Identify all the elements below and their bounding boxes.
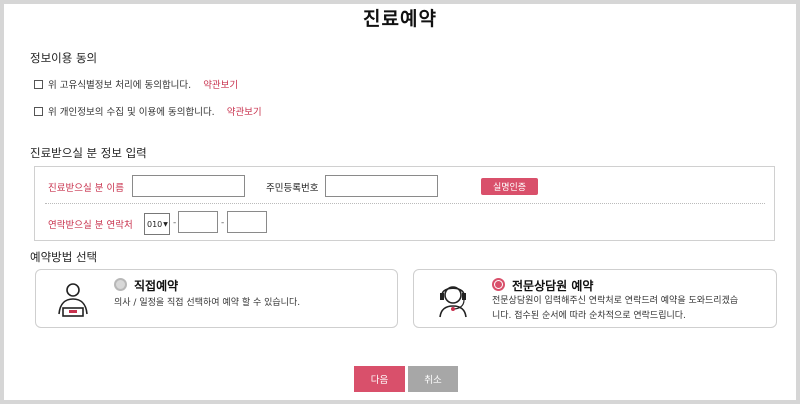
consent-item-personal-info: 위 개인정보의 수집 및 이용에 동의합니다. 약관보기: [34, 104, 262, 118]
consent-checkbox-personal-info[interactable]: [34, 106, 43, 116]
method-heading: 예약방법 선택: [30, 250, 98, 264]
phone-last-input[interactable]: [227, 211, 267, 233]
chevron-down-icon: ▼: [163, 220, 168, 228]
counselor-reservation-card[interactable]: 전문상담원 예약 전문상담원이 입력해주신 연락처로 연락드려 예약을 도와드리…: [413, 269, 777, 328]
contact-label: 연락받으실 분 연락처: [48, 220, 133, 231]
direct-reservation-radio[interactable]: [114, 278, 127, 291]
terms-link[interactable]: 약관보기: [227, 104, 262, 118]
counselor-reservation-desc-line2: 니다. 접수된 순서에 따라 순차적으로 연락드립니다.: [492, 311, 686, 321]
patient-name-input[interactable]: [132, 175, 245, 197]
counselor-reservation-radio[interactable]: [492, 278, 505, 291]
next-button[interactable]: 다음: [354, 366, 405, 392]
direct-reservation-card[interactable]: 직접예약 의사 / 일정을 직접 선택하여 예약 할 수 있습니다.: [35, 269, 398, 328]
phone-middle-input[interactable]: [178, 211, 218, 233]
consent-label: 위 고유식별정보 처리에 동의합니다.: [48, 80, 192, 91]
page-title: 진료예약: [363, 8, 437, 30]
consent-label: 위 개인정보의 수집 및 이용에 동의합니다.: [48, 107, 215, 118]
divider: [45, 203, 765, 204]
user-laptop-icon: [58, 283, 88, 317]
direct-reservation-title: 직접예약: [134, 279, 179, 293]
consent-item-unique-id: 위 고유식별정보 처리에 동의합니다. 약관보기: [34, 77, 238, 91]
cancel-button[interactable]: 취소: [408, 366, 458, 392]
patient-info-heading: 진료받으실 분 정보 입력: [30, 146, 147, 160]
consent-heading: 정보이용 동의: [30, 51, 98, 65]
phone-prefix-select[interactable]: 010 ▼: [144, 213, 170, 235]
counselor-reservation-desc-line1: 전문상담원이 입력해주신 연락처로 연락드려 예약을 도와드리겠습: [492, 296, 739, 306]
consent-checkbox-unique-id[interactable]: [34, 79, 43, 89]
headset-agent-icon: [439, 286, 467, 318]
resident-number-label: 주민등록번호: [266, 183, 319, 194]
direct-reservation-desc: 의사 / 일정을 직접 선택하여 예약 할 수 있습니다.: [114, 298, 301, 308]
phone-prefix-value: 010: [147, 219, 163, 229]
phone-dash: -: [173, 218, 177, 228]
patient-info-box: 진료받으실 분 이름 주민등록번호 실명인증 연락받으실 분 연락처 010 ▼…: [34, 166, 775, 241]
counselor-reservation-title: 전문상담원 예약: [512, 279, 594, 293]
resident-number-input[interactable]: [325, 175, 438, 197]
patient-name-label: 진료받으실 분 이름: [48, 183, 124, 194]
phone-dash: -: [221, 218, 225, 228]
terms-link[interactable]: 약관보기: [203, 77, 238, 91]
identity-verify-button[interactable]: 실명인증: [481, 178, 538, 195]
radio-selected-dot: [495, 281, 502, 288]
